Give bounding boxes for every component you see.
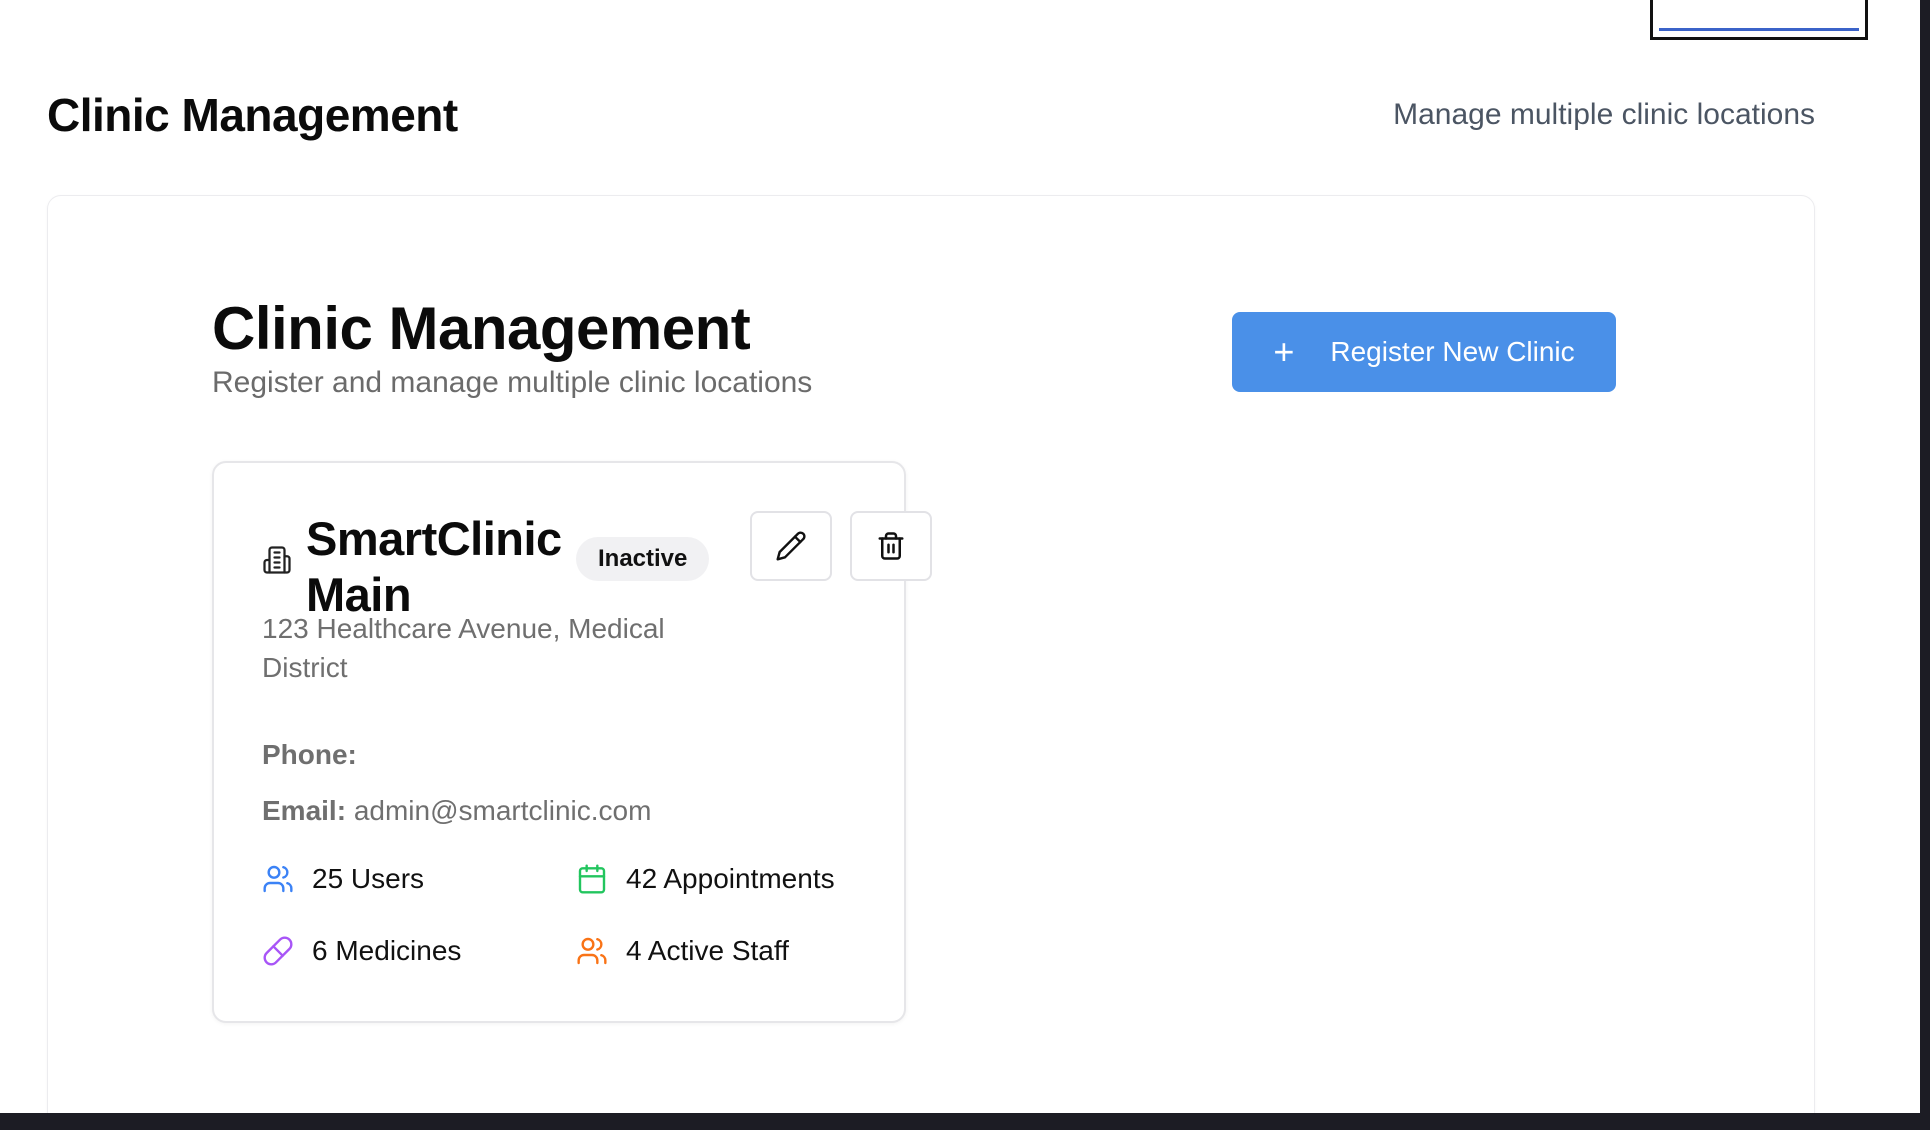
appointments-stat-label: 42 Appointments: [626, 863, 835, 894]
appointments-stat: 42 Appointments: [576, 863, 835, 895]
page-subtitle: Manage multiple clinic locations: [1393, 98, 1815, 131]
building-icon: [263, 546, 291, 574]
page-header: Clinic Management Manage multiple clinic…: [47, 88, 1815, 142]
users-icon: [263, 865, 293, 893]
clinic-card: SmartClinic Main Inactive 123 Healthcare…: [212, 461, 932, 1023]
email-label: Email:: [262, 795, 347, 826]
content-panel: Clinic Management Register and manage mu…: [47, 195, 1815, 1113]
clinic-name: SmartClinic Main: [306, 512, 562, 622]
top-nav-tab[interactable]: [1650, 0, 1868, 40]
clinic-card-header: SmartClinic Main Inactive: [262, 511, 932, 621]
register-button-label: Register New Clinic: [1330, 336, 1575, 367]
active-staff-stat: 4 Active Staff: [576, 935, 789, 967]
pill-icon: [263, 936, 293, 966]
email-value: admin@smartclinic.com: [353, 795, 652, 826]
staff-icon: [577, 937, 607, 965]
register-new-clinic-button[interactable]: + Register New Clinic: [1232, 312, 1616, 392]
calendar-icon: [578, 864, 606, 894]
users-stat-label: 25 Users: [312, 863, 425, 894]
phone-label: Phone:: [262, 739, 357, 770]
app-viewport: Clinic Management Manage multiple clinic…: [0, 0, 1920, 1113]
clinic-address: 123 Healthcare Avenue, Medical District: [262, 613, 665, 684]
delete-clinic-button[interactable]: [850, 511, 932, 581]
status-badge: Inactive: [576, 537, 710, 581]
trash-icon: [878, 532, 904, 560]
users-stat: 25 Users: [262, 863, 424, 895]
edit-clinic-button[interactable]: [750, 511, 832, 581]
active-tab-indicator: [1659, 28, 1859, 31]
active-staff-stat-label: 4 Active Staff: [626, 935, 789, 966]
plus-icon: +: [1273, 331, 1295, 372]
page-title: Clinic Management: [47, 89, 458, 141]
medicines-stat: 6 Medicines: [262, 935, 461, 967]
email-line: Email: admin@smartclinic.com: [262, 795, 651, 827]
section-header: Clinic Management Register and manage mu…: [212, 296, 1616, 400]
phone-line: Phone:: [262, 739, 357, 771]
pencil-icon: [776, 531, 806, 561]
medicines-stat-label: 6 Medicines: [312, 935, 462, 966]
